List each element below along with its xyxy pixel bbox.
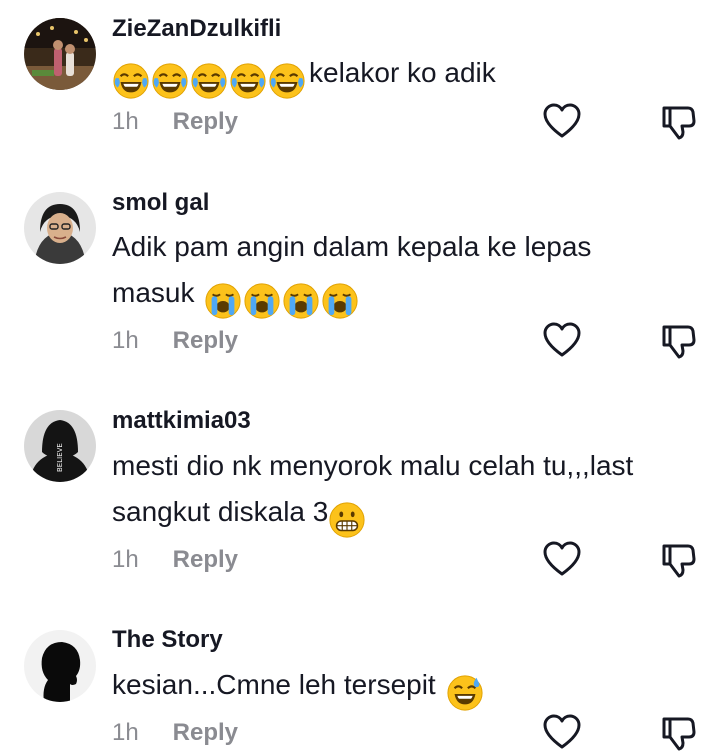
heart-outline-icon[interactable]: [543, 714, 581, 750]
emoji-group: [204, 276, 360, 322]
thumbs-down-outline-icon[interactable]: [660, 104, 696, 140]
heart-outline-icon[interactable]: [543, 322, 581, 358]
avatar[interactable]: [24, 18, 96, 90]
reply-button[interactable]: Reply: [173, 327, 238, 354]
heart-outline-icon[interactable]: [543, 541, 581, 577]
sweat-smile-emoji: [446, 674, 484, 712]
svg-text:BELIEVE: BELIEVE: [56, 443, 64, 472]
comment-text-body: masuk: [112, 277, 195, 308]
emoji-group: [446, 668, 485, 714]
joy-emoji: [229, 62, 267, 100]
thumbs-down-outline-icon[interactable]: [660, 715, 696, 751]
emoji-group: [328, 495, 367, 541]
comment-text: Adik pam angin dalam kepala ke lepas mas…: [112, 224, 702, 322]
loudly-crying-emoji: [243, 282, 281, 320]
comment-text-line: Adik pam angin dalam kepala ke lepas: [112, 231, 592, 262]
thumbs-down-outline-icon[interactable]: [660, 323, 696, 359]
comment-text: kelakor ko adik: [112, 50, 702, 102]
comment-text-body: sangkut diskala 3: [112, 496, 329, 527]
username[interactable]: mattkimia03: [112, 407, 251, 435]
loudly-crying-emoji: [321, 282, 359, 320]
joy-emoji: [112, 62, 150, 100]
reply-button[interactable]: Reply: [173, 546, 238, 573]
comment-text-body: kesian...Cmne leh tersepit: [112, 669, 436, 700]
comment-meta: 1h Reply: [112, 546, 238, 574]
joy-emoji: [190, 62, 228, 100]
username[interactable]: smol gal: [112, 189, 209, 217]
timestamp: 1h: [112, 327, 139, 354]
comment-meta: 1h Reply: [112, 327, 238, 355]
avatar[interactable]: [24, 192, 96, 264]
comment-meta: 1h Reply: [112, 108, 238, 136]
loudly-crying-emoji: [282, 282, 320, 320]
joy-emoji: [268, 62, 306, 100]
username[interactable]: The Story: [112, 626, 223, 654]
comment-text: mesti dio nk menyorok malu celah tu,,,la…: [112, 443, 702, 541]
username[interactable]: ZieZanDzulkifli: [112, 15, 281, 43]
timestamp: 1h: [112, 546, 139, 573]
comment-text-body: kelakor ko adik: [309, 57, 496, 88]
loudly-crying-emoji: [204, 282, 242, 320]
comment-text-line: mesti dio nk menyorok malu celah tu,,,la…: [112, 450, 634, 481]
avatar[interactable]: BELIEVE: [24, 410, 96, 482]
avatar[interactable]: [24, 630, 96, 702]
grimacing-emoji: [328, 501, 366, 539]
reply-button[interactable]: Reply: [173, 719, 238, 746]
comment-text-line: sangkut diskala 3: [112, 489, 702, 541]
comment-meta: 1h Reply: [112, 719, 238, 747]
thumbs-down-outline-icon[interactable]: [660, 542, 696, 578]
joy-emoji: [151, 62, 189, 100]
comment-text: kesian...Cmne leh tersepit: [112, 662, 702, 714]
comment-text-line: masuk: [112, 270, 702, 322]
timestamp: 1h: [112, 108, 139, 135]
emoji-group: [112, 56, 307, 102]
heart-outline-icon[interactable]: [543, 103, 581, 139]
timestamp: 1h: [112, 719, 139, 746]
reply-button[interactable]: Reply: [173, 108, 238, 135]
